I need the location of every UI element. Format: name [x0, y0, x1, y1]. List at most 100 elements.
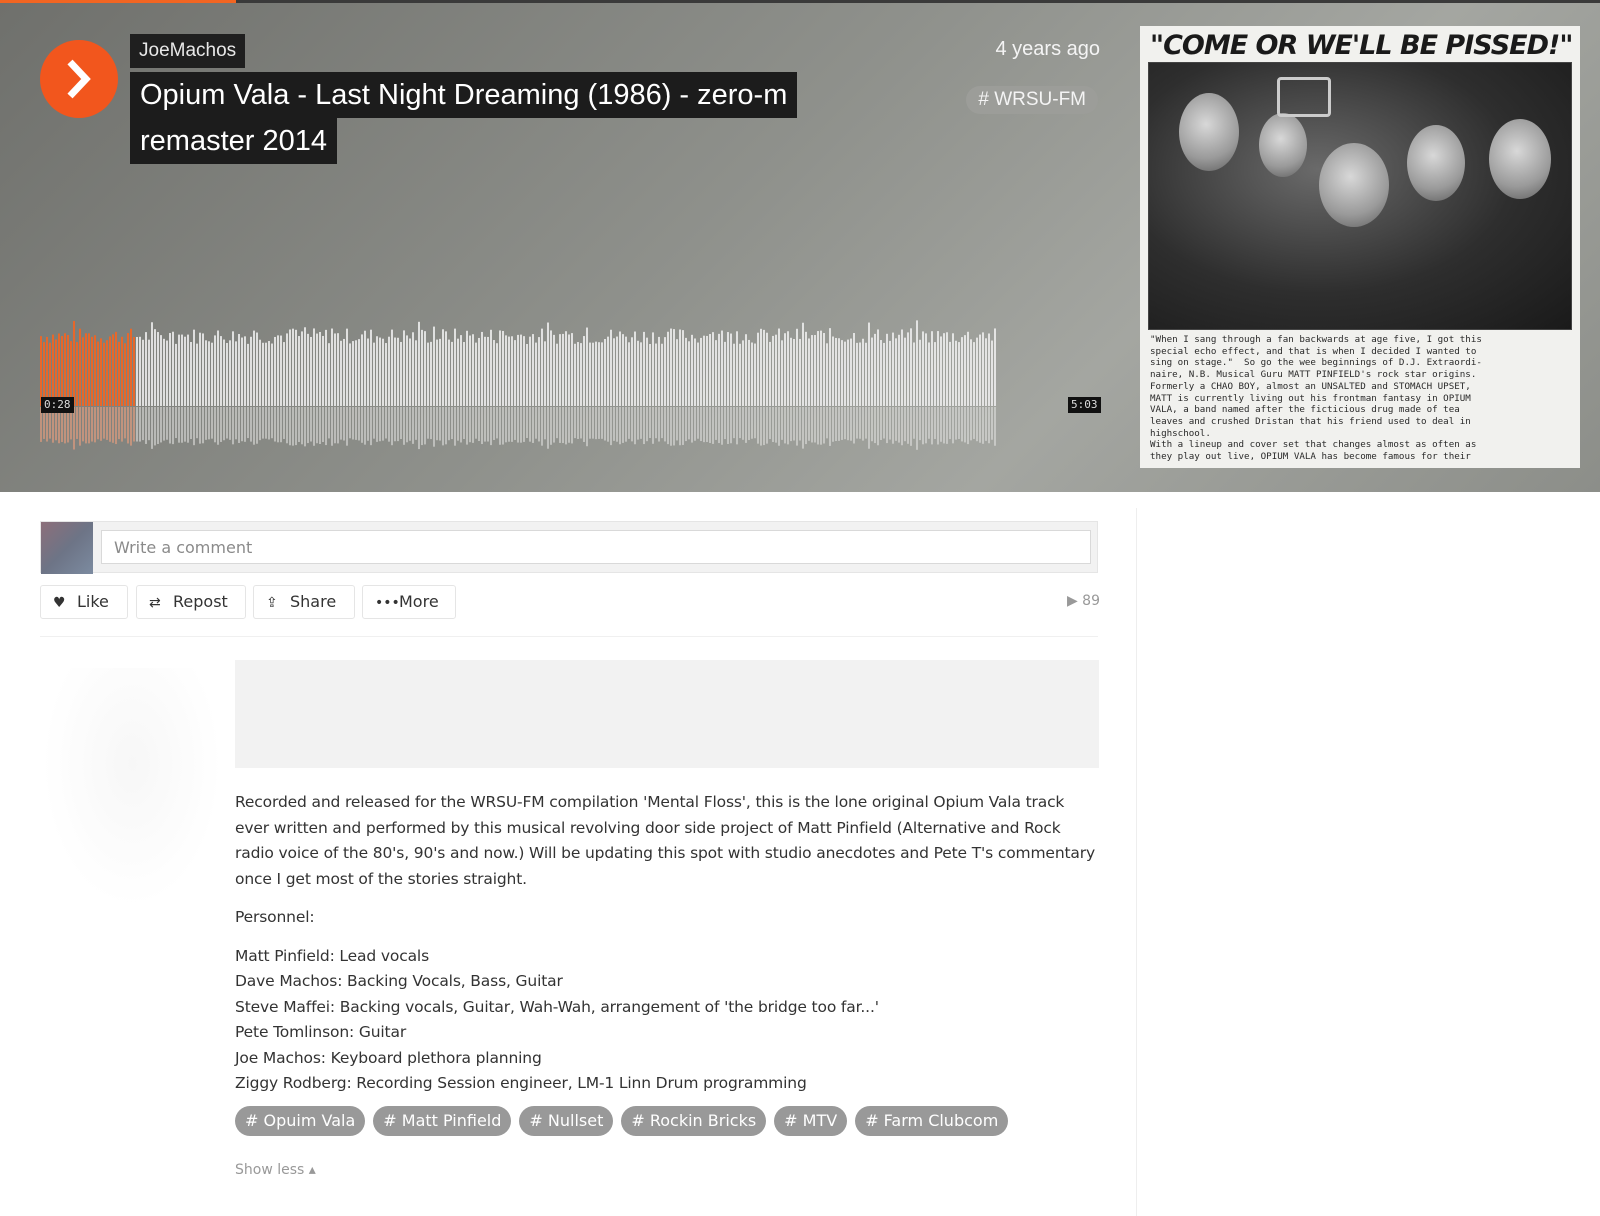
uploader-avatar[interactable]	[42, 668, 222, 908]
waveform-bar	[484, 336, 486, 406]
waveform-reflection-bar	[607, 407, 609, 442]
tag-opuim-vala[interactable]: # Opuim Vala	[235, 1106, 366, 1136]
waveform-bar	[760, 328, 762, 406]
waveform-bar	[958, 342, 960, 406]
waveform-bar	[709, 334, 711, 406]
waveform-reflection-bar	[673, 407, 675, 446]
waveform-bar	[625, 336, 627, 406]
repost-button[interactable]: ⇄ Repost	[136, 585, 246, 619]
tag-rockin-bricks[interactable]: # Rockin Bricks	[621, 1106, 767, 1136]
waveform-bar	[463, 342, 465, 406]
waveform-reflection-bar	[442, 407, 444, 446]
waveform-reflection-bar	[670, 407, 672, 446]
waveform-bar	[121, 336, 123, 406]
waveform-bar	[754, 343, 756, 406]
waveform-reflection-bar	[505, 407, 507, 443]
waveform-reflection-bar	[112, 407, 114, 443]
waveform-bar	[724, 341, 726, 406]
waveform-bar	[307, 333, 309, 406]
waveform-bar	[832, 336, 834, 406]
waveform-bar	[427, 342, 429, 406]
waveform-reflection-bar	[829, 407, 831, 446]
comment-input[interactable]	[101, 530, 1091, 564]
show-less-link[interactable]: Show less ▴	[235, 1162, 316, 1178]
waveform-reflection-bar	[118, 407, 120, 440]
waveform-bar	[310, 336, 312, 406]
tag-nullset[interactable]: # Nullset	[519, 1106, 614, 1136]
tag-farm-clubcom[interactable]: # Farm Clubcom	[855, 1106, 1009, 1136]
waveform-reflection-bar	[85, 407, 87, 444]
waveform-reflection-bar	[682, 407, 684, 445]
waveform-bar	[268, 341, 270, 406]
waveform-bar	[265, 342, 267, 406]
waveform-reflection-bar	[790, 407, 792, 442]
waveform-reflection-bar	[859, 407, 861, 439]
waveform-bar	[460, 335, 462, 406]
track-duration: 5:03	[1068, 397, 1101, 413]
waveform-reflection-bar	[763, 407, 765, 446]
waveform-bar	[532, 334, 534, 406]
waveform-reflection-bar	[439, 407, 441, 441]
waveform-bar	[445, 331, 447, 406]
waveform-seekbar[interactable]	[40, 320, 1098, 454]
tag-mtv[interactable]: # MTV	[774, 1106, 848, 1136]
waveform-reflection-bar	[421, 407, 423, 446]
waveform-reflection-bar	[208, 407, 210, 440]
waveform-bar	[907, 332, 909, 406]
waveform-reflection-bar	[148, 407, 150, 441]
sidebar-divider	[1136, 508, 1137, 1216]
waveform-bar	[955, 340, 957, 406]
waveform-bar	[652, 332, 654, 406]
waveform-reflection-bar	[319, 407, 321, 445]
tag-matt-pinfield[interactable]: # Matt Pinfield	[373, 1106, 512, 1136]
waveform-reflection-bar	[511, 407, 513, 442]
waveform-bar	[88, 333, 90, 406]
waveform-reflection-bar	[736, 407, 738, 445]
repost-icon: ⇄	[149, 595, 161, 611]
waveform-bar	[784, 333, 786, 406]
waveform-bar	[52, 334, 54, 406]
waveform-reflection-bar	[553, 407, 555, 443]
waveform-bar	[730, 333, 732, 406]
waveform-bar	[763, 329, 765, 406]
waveform-reflection-bar	[253, 407, 255, 445]
track-artwork[interactable]: "COME OR WE'LL BE PISSED!" "When I sang …	[1140, 26, 1580, 468]
waveform-bar	[637, 340, 639, 406]
track-title-continued: remaster 2014	[130, 118, 337, 164]
waveform-bar	[259, 339, 261, 406]
waveform-bar	[199, 332, 201, 406]
waveform-reflection-bar	[79, 407, 81, 446]
waveform-bar	[748, 339, 750, 406]
waveform-reflection-bar	[943, 407, 945, 444]
share-button[interactable]: ⇪ Share	[253, 585, 355, 619]
track-hero: JoeMachos Opium Vala - Last Night Dreami…	[0, 0, 1600, 492]
waveform-reflection-bar	[889, 407, 891, 440]
waveform-bar	[556, 343, 558, 406]
description-paragraph: Recorded and released for the WRSU-FM co…	[235, 793, 1096, 888]
waveform-bar	[679, 329, 681, 406]
waveform-bar	[781, 340, 783, 406]
genre-tag[interactable]: # WRSU-FM	[966, 86, 1098, 114]
waveform-reflection-bar	[355, 407, 357, 440]
waveform-reflection-bar	[415, 407, 417, 440]
like-button[interactable]: ♥ Like	[40, 585, 128, 619]
description-placeholder-box	[235, 660, 1099, 768]
waveform-bar	[643, 331, 645, 406]
waveform-reflection-bar	[826, 407, 828, 439]
waveform-bar	[841, 340, 843, 406]
waveform-reflection-bar	[160, 407, 162, 443]
waveform-reflection-bar	[463, 407, 465, 439]
play-button[interactable]	[40, 40, 118, 118]
waveform-bar	[247, 343, 249, 406]
waveform-bar	[715, 340, 717, 406]
play-count-icon: ▶	[1066, 593, 1078, 609]
waveform-reflection-bar	[958, 407, 960, 439]
more-button[interactable]: •••More	[362, 585, 456, 619]
waveform-reflection-bar	[433, 407, 435, 447]
waveform-bar	[232, 331, 234, 406]
waveform-bar	[691, 334, 693, 406]
artist-name-link[interactable]: JoeMachos	[130, 34, 246, 68]
waveform-reflection-bar	[916, 407, 918, 450]
waveform-reflection-bar	[385, 407, 387, 439]
waveform-reflection-bar	[541, 407, 543, 446]
